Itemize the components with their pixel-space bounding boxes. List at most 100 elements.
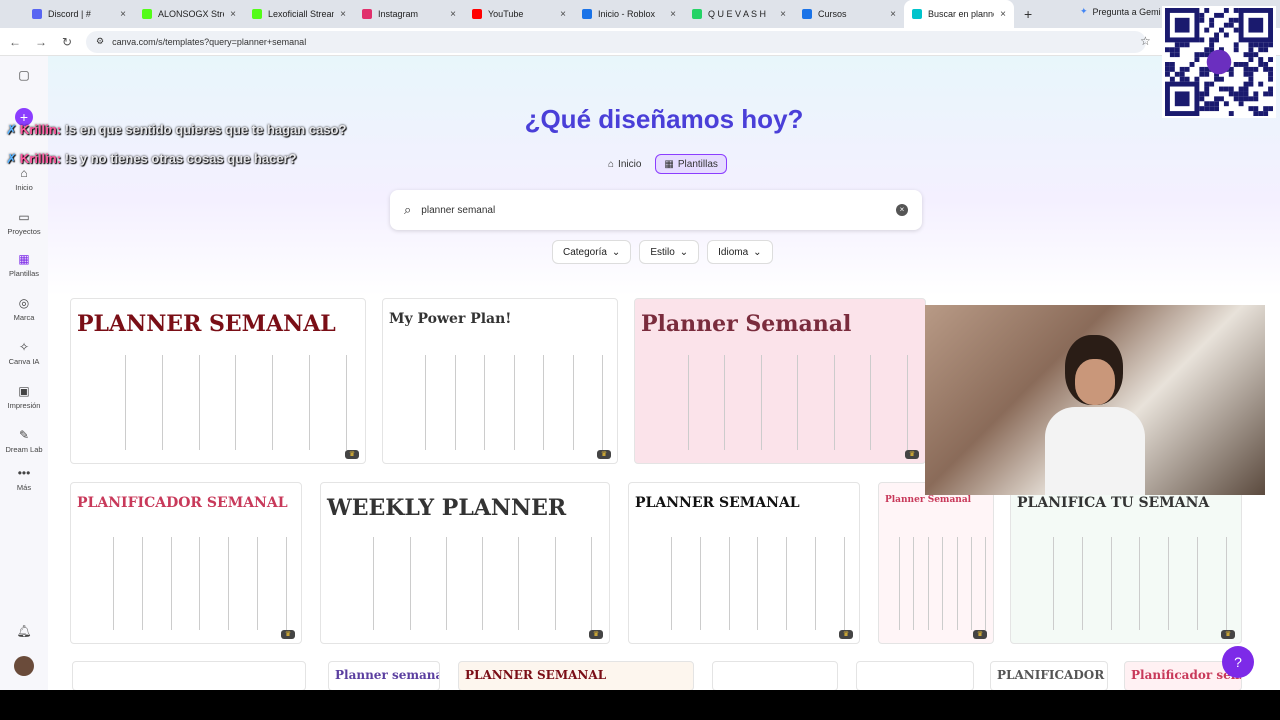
avatar[interactable] bbox=[14, 656, 34, 676]
pill-plantillas[interactable]: ▦ Plantillas bbox=[655, 154, 727, 174]
template-card[interactable] bbox=[712, 661, 838, 690]
browser-tab[interactable]: Lexoficiall Stream × bbox=[244, 0, 354, 28]
close-icon[interactable]: × bbox=[890, 9, 896, 20]
filter-categoria[interactable]: Categoría ⌄ bbox=[552, 240, 632, 264]
close-icon[interactable]: × bbox=[340, 9, 346, 20]
browser-tab[interactable]: Cursos × bbox=[794, 0, 904, 28]
bookmark-star-icon[interactable]: ☆ bbox=[1140, 34, 1151, 48]
filter-estilo[interactable]: Estilo ⌄ bbox=[639, 240, 700, 264]
crown-premium-icon: ♛ bbox=[281, 630, 295, 639]
close-icon[interactable]: × bbox=[1000, 9, 1006, 20]
crown-premium-icon: ♛ bbox=[1221, 630, 1235, 639]
browser-tab[interactable]: Inicio - Roblox × bbox=[574, 0, 684, 28]
crown-premium-icon: ♛ bbox=[597, 450, 611, 459]
template-grid bbox=[338, 537, 592, 631]
template-card[interactable]: PLANIFICADOR bbox=[990, 661, 1108, 690]
template-card[interactable]: PLANNER SEMANAL bbox=[458, 661, 694, 690]
chat-message: ✗ Krillin: !s y no tienes otras cosas que… bbox=[6, 151, 297, 167]
browser-tab[interactable]: ALONSOGX Strea × bbox=[134, 0, 244, 28]
pill-inicio[interactable]: ⌂ Inicio bbox=[600, 154, 649, 174]
template-card[interactable]: PLANIFICA TU SEMANA ♛ bbox=[1010, 482, 1242, 644]
browser-tab[interactable]: Instagram × bbox=[354, 0, 464, 28]
filter-idioma[interactable]: Idioma ⌄ bbox=[707, 240, 773, 264]
pill-label: Inicio bbox=[618, 158, 642, 170]
help-button[interactable]: ? bbox=[1222, 646, 1254, 678]
sidebar-item-plantillas[interactable]: ▦ Plantillas bbox=[0, 252, 48, 278]
site-favicon-icon bbox=[32, 9, 42, 19]
address-bar[interactable]: ⚙ canva.com/s/templates?query=planner+se… bbox=[86, 30, 1146, 53]
template-grid bbox=[85, 537, 288, 631]
template-title: PLANNER SEMANAL bbox=[77, 311, 336, 337]
close-icon[interactable]: × bbox=[780, 9, 786, 20]
chevron-down-icon: ⌄ bbox=[611, 246, 621, 258]
sidebar-item-marca[interactable]: ◎ Marca bbox=[0, 296, 48, 322]
dreamlab-icon: ✎ bbox=[18, 428, 30, 442]
site-info-icon[interactable]: ⚙ bbox=[96, 36, 104, 47]
close-icon[interactable]: × bbox=[560, 9, 566, 20]
crown-premium-icon: ♛ bbox=[973, 630, 987, 639]
clear-search-icon[interactable]: × bbox=[896, 204, 908, 216]
template-card[interactable]: Planner semanal bbox=[328, 661, 440, 690]
home-icon: ⌂ bbox=[608, 158, 615, 170]
template-card[interactable] bbox=[72, 661, 306, 690]
sidebar-item-label: Dream Lab bbox=[5, 445, 43, 454]
close-icon[interactable]: × bbox=[120, 9, 126, 20]
close-icon[interactable]: × bbox=[450, 9, 456, 20]
templates-icon: ▦ bbox=[18, 252, 30, 266]
template-title: WEEKLY PLANNER bbox=[327, 495, 567, 521]
home-icon: ⌂ bbox=[20, 166, 28, 180]
search-icon: ⌕ bbox=[404, 202, 412, 217]
chat-user: Krillin: bbox=[19, 151, 62, 166]
tab-label: YouTube bbox=[488, 9, 524, 19]
template-card[interactable] bbox=[856, 661, 974, 690]
sidebar-item-canva-ia[interactable]: ✧ Canva IA bbox=[0, 340, 48, 366]
sidebar-item-inicio[interactable]: ⌂ Inicio bbox=[0, 166, 48, 192]
filter-label: Estilo bbox=[650, 246, 675, 258]
template-title: PLANIFICADOR bbox=[997, 668, 1105, 682]
close-icon[interactable]: × bbox=[670, 9, 676, 20]
sidebar-toggle-icon[interactable]: ▢ bbox=[0, 68, 48, 85]
close-icon[interactable]: × bbox=[230, 9, 236, 20]
tab-label: Discord | # bbox=[48, 9, 91, 19]
template-card[interactable]: Planner Semanal ♛ bbox=[634, 298, 926, 464]
sidebar-item-label: Canva IA bbox=[8, 357, 40, 366]
url-text: canva.com/s/templates?query=planner+sema… bbox=[112, 36, 307, 47]
sidebar-item-proyectos[interactable]: ▭ Proyectos bbox=[0, 210, 48, 236]
new-tab-icon[interactable]: + bbox=[1014, 6, 1042, 22]
tab-label: Q U E V A S H bbox=[708, 9, 767, 19]
gemini-button[interactable]: ✦ Pregunta a Gemi bbox=[1080, 6, 1161, 17]
template-card[interactable]: PLANNER SEMANAL ♛ bbox=[628, 482, 860, 644]
crown-premium-icon: ♛ bbox=[905, 450, 919, 459]
reload-icon[interactable]: ↻ bbox=[56, 35, 78, 49]
webcam-overlay bbox=[925, 305, 1265, 495]
tab-label: Cursos bbox=[818, 9, 847, 19]
template-card[interactable]: PLANNER SEMANAL ♛ bbox=[70, 298, 366, 464]
sidebar-item-dream-lab[interactable]: ✎ Dream Lab bbox=[0, 428, 48, 454]
back-icon[interactable]: ← bbox=[4, 35, 26, 49]
template-search-bar[interactable]: ⌕ planner semanal × bbox=[390, 190, 922, 230]
browser-tab[interactable]: Buscar en planne × bbox=[904, 0, 1014, 28]
browser-tab[interactable]: Q U E V A S H × bbox=[684, 0, 794, 28]
sidebar-item-m-s[interactable]: ••• Más bbox=[0, 466, 48, 492]
template-title: Planner semanal bbox=[335, 668, 440, 682]
qr-code-graphic bbox=[1165, 8, 1273, 116]
browser-tab[interactable]: YouTube × bbox=[464, 0, 574, 28]
template-grid bbox=[89, 354, 348, 450]
template-card[interactable]: My Power Plan! ♛ bbox=[382, 298, 618, 464]
sidebar-item-label: Marca bbox=[13, 313, 35, 322]
template-card[interactable]: PLANIFICADOR SEMANAL ♛ bbox=[70, 482, 302, 644]
template-card[interactable]: Planner Semanal ♛ bbox=[878, 482, 994, 644]
forward-icon[interactable]: → bbox=[30, 35, 52, 49]
browser-tab[interactable]: Discord | # × bbox=[24, 0, 134, 28]
search-input[interactable]: planner semanal bbox=[421, 205, 495, 216]
notifications-bell-icon[interactable]: 🔔︎ bbox=[0, 624, 48, 641]
sidebar-item-label: Más bbox=[16, 483, 32, 492]
template-card[interactable]: WEEKLY PLANNER ♛ bbox=[320, 482, 610, 644]
template-title: PLANNER SEMANAL bbox=[635, 495, 800, 511]
template-title: PLANIFICA TU SEMANA bbox=[1017, 495, 1210, 511]
tab-label: Inicio - Roblox bbox=[598, 9, 656, 19]
sidebar-item-impresi-n[interactable]: ▣ Impresión bbox=[0, 384, 48, 410]
site-favicon-icon bbox=[912, 9, 922, 19]
chat-text: !s y no tienes otras cosas que hacer? bbox=[64, 151, 297, 166]
chat-message: ✗ Krillin: !s en que sentido quieres que … bbox=[6, 122, 346, 138]
